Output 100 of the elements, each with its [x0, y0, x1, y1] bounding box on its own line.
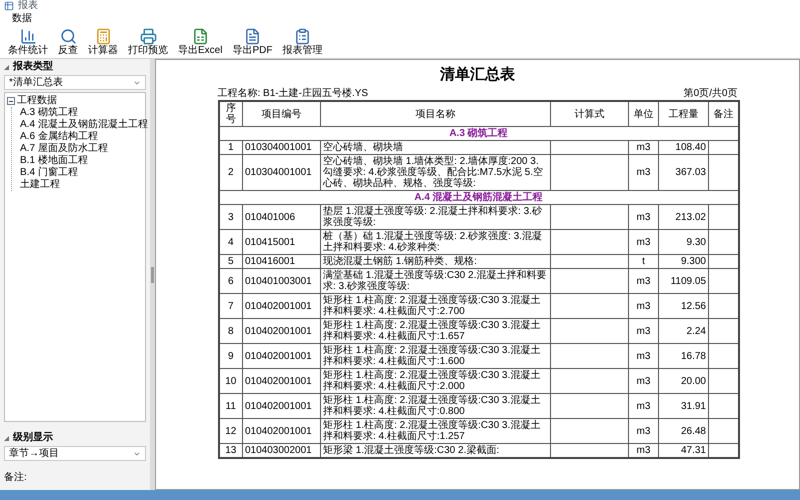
table-cell: 矩形柱 1.柱高度: 2.混凝土强度等级:C30 3.混凝土拌和料要求: 4.柱截面尺寸:2.700: [320, 294, 550, 318]
table-cell: 矩形柱 1.柱高度: 2.混凝土强度等级:C30 3.混凝土拌和料要求: 4.柱截面尺寸:1.657: [320, 318, 550, 344]
clipboard-icon: [294, 28, 311, 45]
dropdown[interactable]: 章节→项目: [4, 446, 146, 461]
table-cell: 010403002001: [242, 444, 320, 458]
table-cell: 1109.05: [658, 268, 708, 294]
table-cell: m3: [628, 204, 658, 230]
toolbar-button[interactable]: 导出PDF: [232, 28, 272, 56]
table-cell: 11: [218, 394, 242, 418]
table-cell: 9.30: [658, 230, 708, 254]
table-cell: 010401003001: [242, 268, 320, 294]
toolbar-button[interactable]: 导出Excel: [178, 28, 222, 56]
tree-item[interactable]: 土建工程: [20, 179, 60, 191]
table-cell: 3: [218, 204, 242, 230]
column-header: 项目编号: [242, 101, 320, 126]
column-header: 计算式: [550, 101, 628, 126]
table-cell: 9.300: [658, 254, 708, 268]
section-heading: A.4 混凝土及钢筋混凝土工程: [218, 190, 738, 204]
report-title: 清单汇总表: [439, 64, 516, 84]
printer-icon: [140, 28, 156, 45]
table-cell: m3: [628, 394, 658, 418]
table-cell: 4: [218, 230, 242, 254]
table-cell: 7: [218, 294, 242, 318]
table-cell: 矩形柱 1.柱高度: 2.混凝土强度等级:C30 3.混凝土拌和料要求: 4.柱截面尺寸:1.257: [320, 418, 550, 444]
table-cell: 213.02: [658, 204, 708, 230]
spreadsheet-icon: [192, 28, 209, 45]
table-cell: 8: [218, 318, 242, 344]
column-header: 工程量: [658, 101, 708, 126]
table-cell: 5: [218, 254, 242, 268]
table-cell: 垫层 1.混凝土强度等级: 2.混凝土拌和料要求: 3.砂浆强度等级:: [320, 204, 550, 230]
table-cell: m3: [628, 368, 658, 394]
chart-icon: [20, 28, 36, 45]
table-cell: 6: [218, 268, 242, 294]
table-cell: 矩形柱 1.柱高度: 2.混凝土强度等级:C30 3.混凝土拌和料要求: 4.柱截面尺寸:1.600: [320, 344, 550, 368]
table-cell: 108.40: [658, 140, 708, 154]
dropdown[interactable]: *清单汇总表: [4, 75, 146, 90]
toolbar-button[interactable]: 反查: [58, 28, 78, 56]
table-cell: 010416001: [242, 254, 320, 268]
table-cell: 20.00: [658, 368, 708, 394]
table-cell: 9: [218, 344, 242, 368]
tree-item[interactable]: 工程数据: [17, 95, 57, 107]
tree-item[interactable]: B.1 楼地面工程: [20, 155, 88, 167]
page-indicator: 第0页/共0页: [684, 88, 738, 100]
toolbar-button[interactable]: 报表管理: [282, 28, 322, 56]
section-heading: A.3 砌筑工程: [218, 126, 738, 140]
tree-item[interactable]: A.4 混凝土及钢筋混凝土工程: [20, 119, 148, 131]
table-cell: 1: [218, 140, 242, 154]
tree-item[interactable]: B.4 门窗工程: [20, 167, 78, 179]
table-cell: 010304001001: [242, 154, 320, 190]
toolbar-button[interactable]: 计算器: [88, 28, 118, 56]
table-cell: 10: [218, 368, 242, 394]
toolbar-button[interactable]: 打印预览: [128, 28, 168, 56]
column-header: 单位: [628, 101, 658, 126]
panel-title: 级别显示: [13, 433, 53, 443]
table-cell: 空心砖墙、砌块墙 1.墙体类型: 2.墙体厚度:200 3.勾缝要求: 4.砂浆强度等级、配合比:M7.5水泥 5.空心砖、砌块品种、规格、强度等级:: [320, 154, 550, 190]
menu-item[interactable]: 数据: [12, 14, 32, 24]
table-cell: m3: [628, 344, 658, 368]
table-cell: m3: [628, 318, 658, 344]
table-cell: 桩（基）础 1.混凝土强度等级: 2.砂浆强度: 3.混凝土拌和料要求: 4.砂浆种类:: [320, 230, 550, 254]
table-cell: m3: [628, 140, 658, 154]
table-cell: 16.78: [658, 344, 708, 368]
table-cell: m3: [628, 154, 658, 190]
window-title: 报表: [18, 1, 38, 11]
table-cell: 010401006: [242, 204, 320, 230]
table-cell: 满堂基础 1.混凝土强度等级:C30 2.混凝土拌和料要求: 3.砂浆强度等级:: [320, 268, 550, 294]
panel-title: 报表类型: [13, 62, 53, 72]
table-cell: 2.24: [658, 318, 708, 344]
table-cell: 矩形柱 1.柱高度: 2.混凝土强度等级:C30 3.混凝土拌和料要求: 4.柱截面尺寸:0.800: [320, 394, 550, 418]
column-header: 序号: [218, 101, 242, 126]
table-cell: 2: [218, 154, 242, 190]
table-cell: 矩形柱 1.柱高度: 2.混凝土强度等级:C30 3.混凝土拌和料要求: 4.柱截面尺寸:2.000: [320, 368, 550, 394]
table-cell: 367.03: [658, 154, 708, 190]
table-cell: 12.56: [658, 294, 708, 318]
table-cell: m3: [628, 230, 658, 254]
tree-item[interactable]: A.7 屋面及防水工程: [20, 143, 108, 155]
document-icon: [244, 28, 261, 45]
table-cell: m3: [628, 418, 658, 444]
search-icon: [60, 28, 76, 45]
note-label: 备注:: [4, 473, 28, 483]
table-cell: 矩形梁 1.混凝土强度等级:C30 2.梁截面:: [320, 444, 550, 458]
collapse-icon[interactable]: [4, 436, 9, 440]
toolbar-button[interactable]: 条件统计: [8, 28, 48, 56]
collapse-icon[interactable]: [4, 64, 9, 70]
table-cell: 010415001: [242, 230, 320, 254]
collapse-icon[interactable]: [7, 97, 15, 105]
calculator-icon: [94, 28, 112, 45]
table-cell: 010402001001: [242, 294, 320, 318]
table-cell: 12: [218, 418, 242, 444]
table-cell: 010402001001: [242, 418, 320, 444]
column-header: 项目名称: [320, 101, 550, 126]
tree-item[interactable]: A.6 金属结构工程: [20, 131, 98, 143]
table-cell: 010304001001: [242, 140, 320, 154]
tree-item[interactable]: A.3 砌筑工程: [20, 107, 78, 119]
table-cell: 现浇混凝土钢筋 1.钢筋种类、规格:: [320, 254, 550, 268]
table-cell: 空心砖墙、砌块墙: [320, 140, 550, 154]
table-cell: 010402001001: [242, 318, 320, 344]
table-cell: m3: [628, 294, 658, 318]
table-cell: 010402001001: [242, 394, 320, 418]
table-cell: 010402001001: [242, 344, 320, 368]
table-cell: m3: [628, 268, 658, 294]
